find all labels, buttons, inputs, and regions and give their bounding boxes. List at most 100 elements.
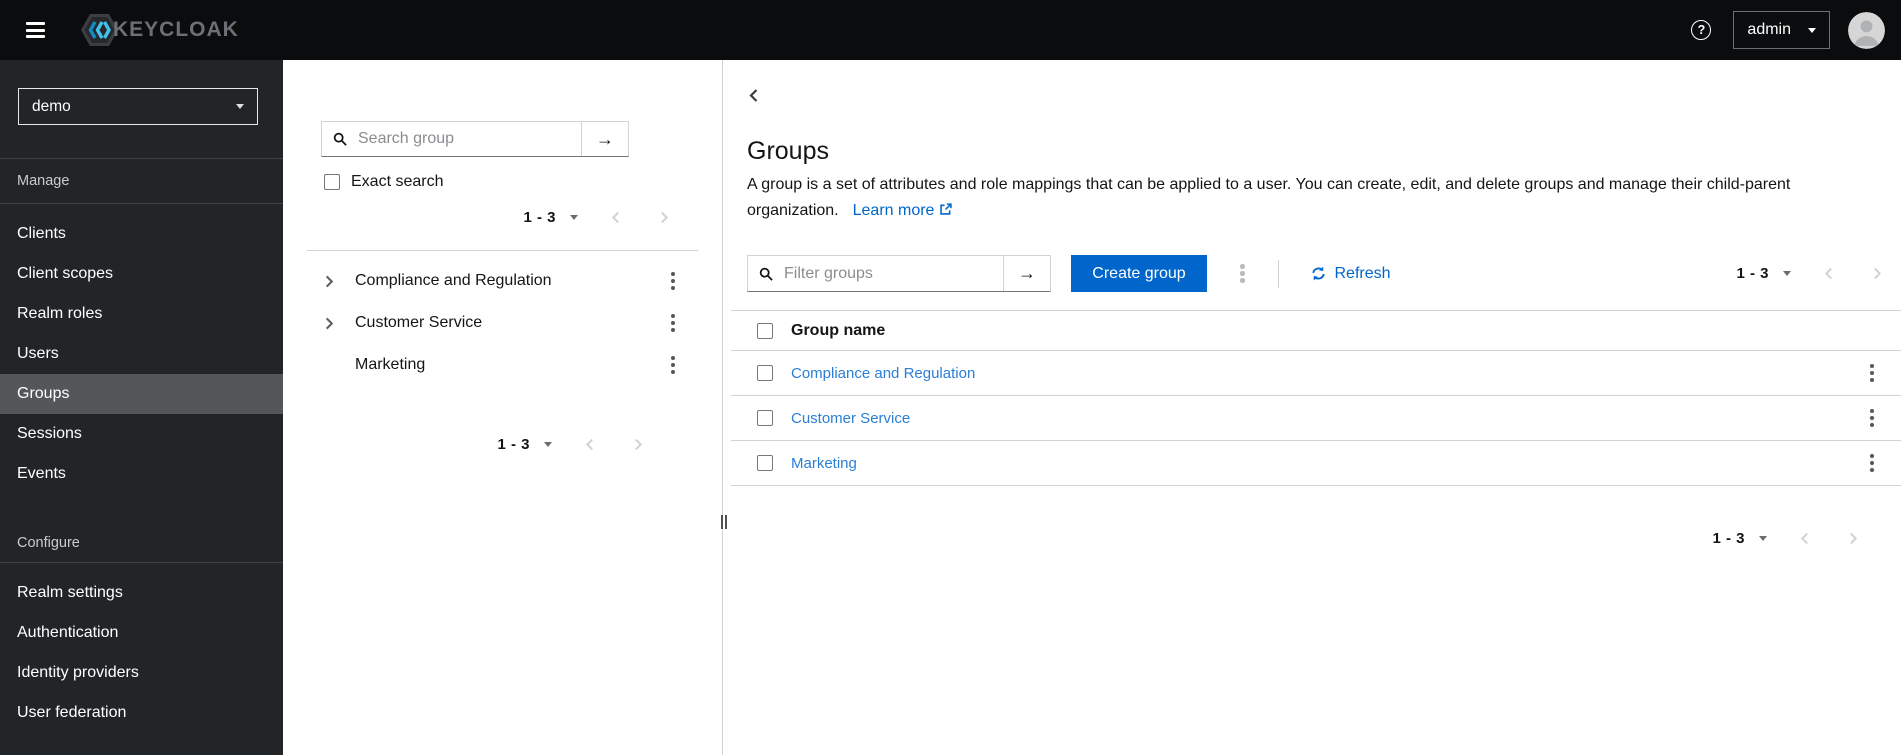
search-icon [333, 132, 347, 146]
sidebar: demo Manage Clients Client scopes Realm … [0, 60, 283, 755]
pagination-menu-toggle[interactable] [1759, 535, 1767, 541]
tree-pagination-bottom: 1 - 3 [283, 433, 648, 455]
filter-groups-submit-button[interactable]: → [1003, 256, 1050, 291]
page-title: Groups [747, 137, 829, 165]
nav-section-configure: Configure [17, 535, 80, 551]
pagination-prev-button[interactable] [1795, 532, 1814, 545]
tree-item: Marketing [283, 344, 722, 386]
filter-groups-group: → [747, 255, 1051, 292]
kebab-menu-icon[interactable] [668, 311, 679, 336]
pagination-next-button[interactable] [629, 438, 648, 451]
create-group-button[interactable]: Create group [1071, 255, 1207, 292]
sidebar-item-realm-settings[interactable]: Realm settings [0, 573, 283, 613]
row-checkbox[interactable] [757, 455, 773, 471]
external-link-icon [939, 199, 953, 225]
groups-table: Group name Compliance and Regulation Cus… [731, 310, 1901, 486]
nav-toggle-button[interactable] [14, 9, 57, 52]
table-pagination-bottom: 1 - 3 [723, 527, 1863, 549]
group-link[interactable]: Customer Service [791, 410, 910, 427]
column-header-group-name: Group name [791, 321, 886, 339]
tree-item-label[interactable]: Marketing [355, 356, 668, 374]
row-checkbox[interactable] [757, 365, 773, 381]
table-row: Compliance and Regulation [731, 351, 1901, 396]
sidebar-item-users[interactable]: Users [0, 334, 283, 374]
chevron-right-icon[interactable] [324, 275, 355, 288]
kebab-menu-icon[interactable] [1867, 406, 1878, 431]
user-name: admin [1747, 21, 1791, 38]
pagination-range: 1 - 3 [1712, 529, 1745, 547]
pagination-next-button[interactable] [1868, 267, 1887, 280]
group-search-input[interactable] [356, 129, 570, 149]
arrow-right-icon: → [1018, 263, 1036, 283]
help-button[interactable]: ? [1691, 20, 1712, 40]
keycloak-logo[interactable]: KEYCLOAK [81, 14, 239, 46]
sidebar-item-realm-roles[interactable]: Realm roles [0, 294, 283, 334]
kebab-menu-icon[interactable] [668, 269, 679, 294]
pagination-prev-button[interactable] [580, 438, 599, 451]
pagination-range: 1 - 3 [497, 435, 530, 453]
refresh-button[interactable]: Refresh [1305, 264, 1397, 284]
kebab-menu-icon[interactable] [1237, 261, 1248, 286]
pagination-prev-button[interactable] [606, 211, 625, 224]
tree-item-label[interactable]: Customer Service [355, 314, 668, 332]
pagination-menu-toggle[interactable] [570, 214, 578, 220]
refresh-label: Refresh [1334, 264, 1391, 282]
avatar[interactable] [1848, 11, 1885, 49]
filter-groups-input[interactable] [782, 263, 992, 284]
refresh-icon [1311, 266, 1326, 281]
filter-groups-field[interactable] [748, 256, 1003, 291]
group-link[interactable]: Marketing [791, 455, 857, 472]
tree-pagination-top: 1 - 3 [283, 206, 674, 228]
tree-item: Customer Service [283, 302, 722, 344]
nav-list-manage: Clients Client scopes Realm roles Users … [0, 204, 283, 494]
sidebar-item-clients[interactable]: Clients [0, 214, 283, 254]
arrow-right-icon: → [596, 128, 614, 149]
main-panel: Groups A group is a set of attributes an… [723, 60, 1901, 755]
sidebar-item-groups[interactable]: Groups [0, 374, 283, 414]
group-tree-panel: → Exact search 1 - 3 [283, 60, 727, 755]
group-search-group: → [321, 121, 629, 157]
kebab-menu-icon[interactable] [668, 353, 679, 378]
sidebar-item-events[interactable]: Events [0, 454, 283, 494]
hamburger-icon [26, 22, 45, 38]
tree-item: Compliance and Regulation [283, 260, 722, 302]
sidebar-item-sessions[interactable]: Sessions [0, 414, 283, 454]
pagination-menu-toggle[interactable] [544, 441, 552, 447]
learn-more-link[interactable]: Learn more [853, 202, 953, 219]
group-tree: Compliance and Regulation Customer Servi… [283, 260, 722, 386]
group-link[interactable]: Compliance and Regulation [791, 365, 975, 382]
table-pagination-top: 1 - 3 [1736, 263, 1887, 285]
nav-section-manage: Manage [17, 173, 70, 189]
pagination-range: 1 - 3 [1736, 265, 1769, 282]
panel-resize-handle[interactable] [721, 515, 727, 529]
pagination-next-button[interactable] [655, 211, 674, 224]
sidebar-item-user-federation[interactable]: User federation [0, 693, 283, 733]
groups-toolbar: → Create group Refresh 1 - 3 [747, 255, 1887, 292]
user-menu-dropdown[interactable]: admin [1733, 11, 1830, 49]
pagination-menu-toggle[interactable] [1783, 271, 1791, 276]
kebab-menu-icon[interactable] [1867, 451, 1878, 476]
sidebar-item-client-scopes[interactable]: Client scopes [0, 254, 283, 294]
table-row: Marketing [731, 441, 1901, 486]
table-row: Customer Service [731, 396, 1901, 441]
pagination-next-button[interactable] [1844, 532, 1863, 545]
group-search-submit-button[interactable]: → [581, 122, 628, 156]
row-checkbox[interactable] [757, 410, 773, 426]
chevron-right-icon[interactable] [324, 317, 355, 330]
masthead: KEYCLOAK ? admin [0, 0, 1901, 60]
search-icon [759, 267, 773, 281]
sidebar-item-authentication[interactable]: Authentication [0, 613, 283, 653]
tree-item-label[interactable]: Compliance and Regulation [355, 272, 668, 290]
collapse-tree-button[interactable] [748, 88, 759, 106]
group-search-field[interactable] [322, 122, 581, 156]
pagination-prev-button[interactable] [1819, 267, 1838, 280]
pagination-range: 1 - 3 [523, 208, 556, 226]
realm-selector[interactable]: demo [18, 88, 258, 125]
nav-list-configure: Realm settings Authentication Identity p… [0, 563, 283, 733]
select-all-checkbox[interactable] [757, 322, 773, 339]
exact-search-checkbox[interactable] [324, 174, 340, 190]
kebab-menu-icon[interactable] [1867, 361, 1878, 386]
brand-text: KEYCLOAK [113, 18, 239, 41]
help-icon: ? [1691, 20, 1712, 40]
sidebar-item-identity-providers[interactable]: Identity providers [0, 653, 283, 693]
